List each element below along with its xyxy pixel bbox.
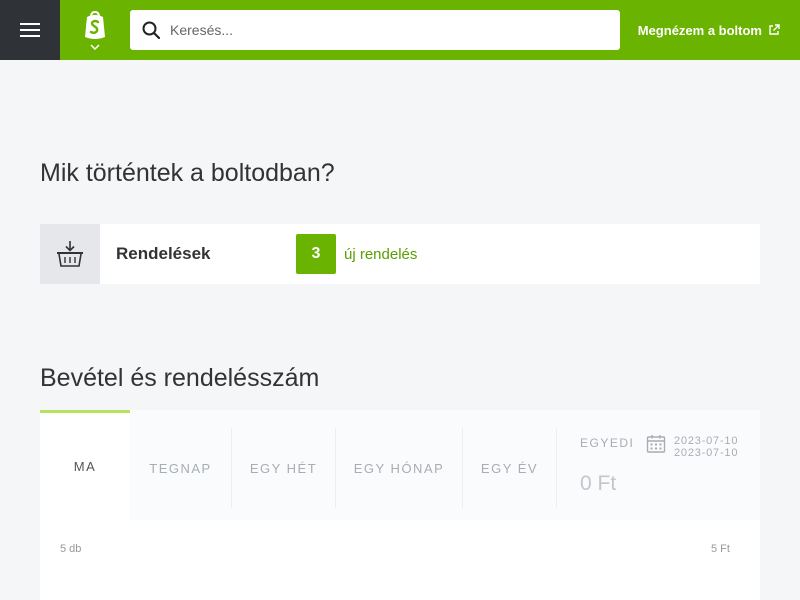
hamburger-menu-icon — [20, 23, 40, 37]
tab-yesterday[interactable]: TEGNAP — [130, 428, 232, 508]
view-shop-link-label: Megnézem a boltom — [637, 22, 762, 38]
shop-logo-icon — [85, 10, 105, 39]
new-orders-link[interactable]: új rendelés — [344, 246, 417, 263]
basket-icon — [57, 241, 83, 267]
orders-card: Rendelések 3 új rendelés — [40, 224, 760, 284]
revenue-panel: MA TEGNAP EGY HÉT EGY HÓNAP EGY ÉV EGYED… — [40, 410, 760, 600]
top-bar: Megnézem a boltom — [0, 0, 800, 60]
orders-icon-box — [40, 224, 100, 284]
tab-week[interactable]: EGY HÉT — [232, 428, 336, 508]
search-input[interactable] — [170, 22, 590, 38]
view-shop-link[interactable]: Megnézem a boltom — [638, 0, 780, 60]
new-orders-count-badge[interactable]: 3 — [296, 234, 336, 274]
shop-logo[interactable] — [60, 0, 130, 60]
tab-month[interactable]: EGY HÓNAP — [336, 428, 463, 508]
orders-label: Rendelések — [116, 244, 211, 263]
tab-today[interactable]: MA — [40, 410, 130, 520]
period-tabs: MA TEGNAP EGY HÉT EGY HÓNAP EGY ÉV EGYED… — [40, 410, 760, 520]
revenue-axis-max-label: 5 Ft — [711, 543, 730, 555]
orders-axis-max-label: 5 db — [60, 543, 82, 555]
tab-custom[interactable]: EGYEDI — [580, 436, 634, 450]
date-to[interactable]: 2023-07-10 — [674, 447, 738, 459]
events-title: Mik történtek a boltodban? — [40, 159, 335, 187]
revenue-title: Bevétel és rendelésszám — [40, 364, 320, 392]
search-icon[interactable] — [140, 19, 162, 41]
chevron-down-icon — [90, 43, 100, 50]
external-link-icon — [768, 24, 780, 36]
search-box — [130, 10, 620, 50]
calendar-icon[interactable] — [646, 434, 666, 459]
hamburger-menu-button[interactable] — [0, 0, 60, 60]
tab-year[interactable]: EGY ÉV — [463, 428, 557, 508]
date-from[interactable]: 2023-07-10 — [674, 435, 738, 447]
revenue-amount: 0 Ft — [580, 472, 617, 495]
